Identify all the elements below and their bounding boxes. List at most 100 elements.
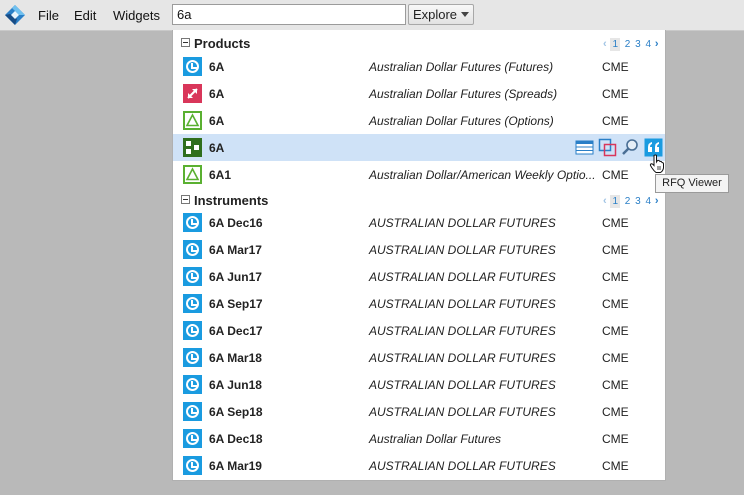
pager-page-1[interactable]: 1 xyxy=(610,38,621,51)
hand-cursor-icon xyxy=(649,154,664,173)
instrument-description: AUSTRALIAN DOLLAR FUTURES xyxy=(369,270,556,284)
instrument-description: AUSTRALIAN DOLLAR FUTURES xyxy=(369,216,556,230)
pager-next-icon[interactable]: › xyxy=(655,195,659,207)
collapse-products-icon[interactable] xyxy=(181,38,190,47)
collapse-instruments-icon[interactable] xyxy=(181,195,190,204)
pager-page-1[interactable]: 1 xyxy=(610,195,621,208)
rfq-viewer-tooltip: RFQ Viewer xyxy=(655,174,729,193)
instrument-description: AUSTRALIAN DOLLAR FUTURES xyxy=(369,459,556,473)
instrument-symbol: 6A Jun18 xyxy=(209,378,262,392)
product-row-selected[interactable]: 6A xyxy=(173,134,665,161)
instrument-exchange: CME xyxy=(602,243,629,257)
product-symbol: 6A xyxy=(209,87,225,101)
instrument-row[interactable]: 6A Jun17 AUSTRALIAN DOLLAR FUTURES CME xyxy=(173,263,665,290)
product-row[interactable]: 6A Australian Dollar Futures (Spreads) C… xyxy=(173,80,665,107)
futures-clock-icon xyxy=(183,240,202,259)
spread-arrows-icon xyxy=(183,84,202,103)
instrument-exchange: CME xyxy=(602,405,629,419)
instrument-description: AUSTRALIAN DOLLAR FUTURES xyxy=(369,243,556,257)
product-row[interactable]: 6A Australian Dollar Futures (Futures) C… xyxy=(173,53,665,80)
product-symbol: 6A1 xyxy=(209,168,232,182)
pager-page-3[interactable]: 3 xyxy=(635,39,641,50)
pager-page-2[interactable]: 2 xyxy=(625,39,631,50)
explore-button[interactable]: Explore xyxy=(408,4,474,25)
instrument-symbol: 6A Sep17 xyxy=(209,297,263,311)
explore-label: Explore xyxy=(412,7,458,22)
instrument-symbol: 6A Sep18 xyxy=(209,405,263,419)
strategy-blocks-icon xyxy=(183,138,202,157)
menu-bar: File Edit Widgets Explore xyxy=(0,0,744,31)
instrument-exchange: CME xyxy=(602,270,629,284)
instrument-symbol: 6A Mar19 xyxy=(209,459,262,473)
product-row[interactable]: 6A1 Australian Dollar/American Weekly Op… xyxy=(173,161,665,188)
futures-clock-icon xyxy=(183,267,202,286)
futures-clock-icon xyxy=(183,213,202,232)
menu-edit[interactable]: Edit xyxy=(74,8,96,23)
product-exchange: CME xyxy=(602,87,629,101)
instrument-exchange: CME xyxy=(602,324,629,338)
pager-page-3[interactable]: 3 xyxy=(635,196,641,207)
products-pager: ‹ 1 2 3 4 › xyxy=(603,38,659,51)
futures-clock-icon xyxy=(183,402,202,421)
instrument-description: AUSTRALIAN DOLLAR FUTURES xyxy=(369,405,556,419)
instrument-description: AUSTRALIAN DOLLAR FUTURES xyxy=(369,351,556,365)
instrument-exchange: CME xyxy=(602,459,629,473)
instrument-row[interactable]: 6A Sep18 AUSTRALIAN DOLLAR FUTURES CME xyxy=(173,398,665,425)
instrument-row[interactable]: 6A Jun18 AUSTRALIAN DOLLAR FUTURES CME xyxy=(173,371,665,398)
futures-clock-icon xyxy=(183,321,202,340)
product-row[interactable]: 6A Australian Dollar Futures (Options) C… xyxy=(173,107,665,134)
pager-prev-icon[interactable]: ‹ xyxy=(603,195,607,207)
chevron-down-icon xyxy=(461,12,470,17)
menu-file[interactable]: File xyxy=(38,8,59,23)
pager-page-4[interactable]: 4 xyxy=(645,39,651,50)
instrument-exchange: CME xyxy=(602,216,629,230)
instruments-pager: ‹ 1 2 3 4 › xyxy=(603,195,659,208)
instrument-row[interactable]: 6A Mar18 AUSTRALIAN DOLLAR FUTURES CME xyxy=(173,344,665,371)
instruments-title: Instruments xyxy=(194,193,269,208)
instrument-symbol: 6A Dec17 xyxy=(209,324,263,338)
app-logo-icon[interactable] xyxy=(5,5,25,25)
futures-clock-icon xyxy=(183,348,202,367)
instrument-description: AUSTRALIAN DOLLAR FUTURES xyxy=(369,378,556,392)
product-description: Australian Dollar Futures (Spreads) xyxy=(369,87,558,101)
instrument-row[interactable]: 6A Dec18 Australian Dollar Futures CME xyxy=(173,425,665,452)
products-title: Products xyxy=(194,36,251,51)
products-section-header: Products ‹ 1 2 3 4 › xyxy=(173,30,665,55)
instrument-row[interactable]: 6A Dec16 AUSTRALIAN DOLLAR FUTURES CME xyxy=(173,209,665,236)
product-symbol: 6A xyxy=(209,60,225,74)
instrument-exchange: CME xyxy=(602,378,629,392)
product-description: Australian Dollar Futures (Options) xyxy=(369,114,554,128)
instrument-exchange: CME xyxy=(602,432,629,446)
futures-clock-icon xyxy=(183,375,202,394)
instrument-row[interactable]: 6A Dec17 AUSTRALIAN DOLLAR FUTURES CME xyxy=(173,317,665,344)
search-input[interactable] xyxy=(172,4,406,25)
instrument-symbol: 6A Dec18 xyxy=(209,432,263,446)
pager-prev-icon[interactable]: ‹ xyxy=(603,38,607,50)
product-exchange: CME xyxy=(602,168,629,182)
futures-clock-icon xyxy=(183,294,202,313)
product-symbol: 6A xyxy=(209,141,225,155)
product-exchange: CME xyxy=(602,60,629,74)
product-description: Australian Dollar/American Weekly Optio.… xyxy=(369,168,596,182)
instrument-exchange: CME xyxy=(602,351,629,365)
menu-widgets[interactable]: Widgets xyxy=(113,8,160,23)
instrument-description: AUSTRALIAN DOLLAR FUTURES xyxy=(369,324,556,338)
pager-page-4[interactable]: 4 xyxy=(645,196,651,207)
instrument-row[interactable]: 6A Sep17 AUSTRALIAN DOLLAR FUTURES CME xyxy=(173,290,665,317)
instrument-row[interactable]: 6A Mar17 AUSTRALIAN DOLLAR FUTURES CME xyxy=(173,236,665,263)
futures-clock-icon xyxy=(183,57,202,76)
pager-next-icon[interactable]: › xyxy=(655,38,659,50)
instrument-exchange: CME xyxy=(602,297,629,311)
search-results-dropdown: Products ‹ 1 2 3 4 › 6A Australian Dolla… xyxy=(172,30,666,481)
instrument-symbol: 6A Mar18 xyxy=(209,351,262,365)
instrument-symbol: 6A Jun17 xyxy=(209,270,262,284)
instrument-description: AUSTRALIAN DOLLAR FUTURES xyxy=(369,297,556,311)
pager-page-2[interactable]: 2 xyxy=(625,196,631,207)
magnifier-icon[interactable] xyxy=(621,138,640,157)
spread-matrix-icon[interactable] xyxy=(598,138,617,157)
instrument-symbol: 6A Dec16 xyxy=(209,216,263,230)
instrument-description: Australian Dollar Futures xyxy=(369,432,502,446)
futures-clock-icon xyxy=(183,456,202,475)
instrument-row[interactable]: 6A Mar19 AUSTRALIAN DOLLAR FUTURES CME xyxy=(173,452,665,479)
grid-view-icon[interactable] xyxy=(575,138,594,157)
